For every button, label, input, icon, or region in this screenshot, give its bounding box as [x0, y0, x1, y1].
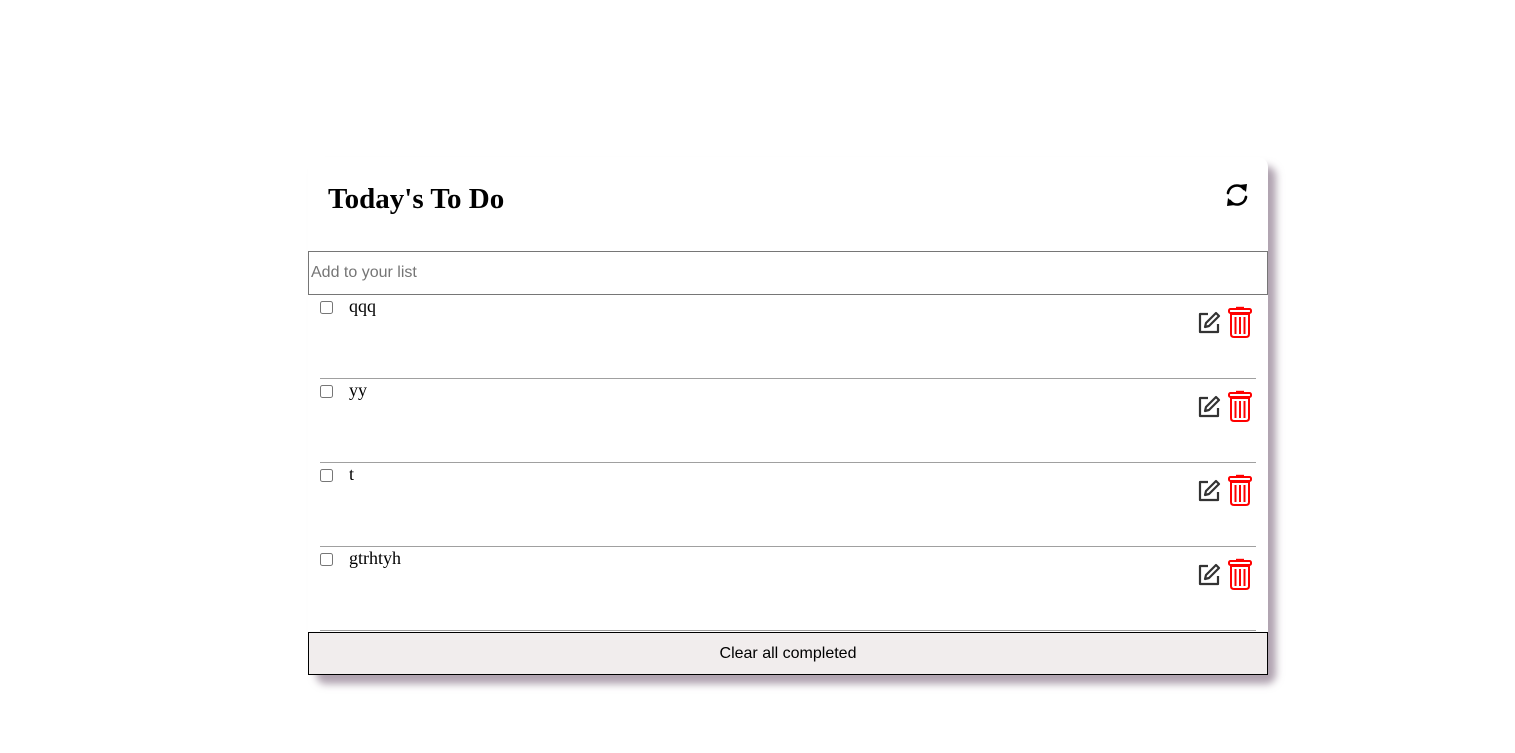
delete-button[interactable] — [1228, 474, 1252, 506]
todo-checkbox[interactable] — [320, 385, 333, 398]
todo-item-1: qqq — [320, 295, 1256, 379]
edit-button[interactable] — [1196, 310, 1222, 336]
trash-icon — [1228, 474, 1252, 506]
clear-completed-button[interactable]: Clear all completed — [308, 632, 1268, 675]
refresh-icon — [1226, 184, 1248, 206]
todo-item-3: t — [320, 463, 1256, 547]
trash-icon — [1228, 306, 1252, 338]
todo-card: Today's To Do qqq — [308, 157, 1268, 675]
add-todo-input[interactable] — [308, 251, 1268, 295]
delete-button[interactable] — [1228, 306, 1252, 338]
todo-checkbox[interactable] — [320, 553, 333, 566]
trash-icon — [1228, 558, 1252, 590]
todo-item-4: gtrhtyh — [320, 547, 1256, 631]
trash-icon — [1228, 390, 1252, 422]
delete-button[interactable] — [1228, 558, 1252, 590]
edit-button[interactable] — [1196, 478, 1222, 504]
todo-label: yy — [349, 380, 367, 400]
edit-button[interactable] — [1196, 394, 1222, 420]
header: Today's To Do — [308, 157, 1268, 251]
todo-checkbox[interactable] — [320, 469, 333, 482]
delete-button[interactable] — [1228, 390, 1252, 422]
todo-list: qqq yy t gtrhtyh — [320, 295, 1256, 631]
refresh-button[interactable] — [1222, 180, 1252, 210]
edit-icon — [1198, 563, 1221, 586]
edit-button[interactable] — [1196, 562, 1222, 588]
todo-item-2: yy — [320, 379, 1256, 463]
todo-checkbox[interactable] — [320, 301, 333, 314]
todo-label: qqq — [349, 296, 376, 316]
edit-icon — [1198, 479, 1221, 502]
page-title: Today's To Do — [328, 183, 505, 215]
edit-icon — [1198, 395, 1221, 418]
todo-label: t — [349, 464, 355, 484]
todo-label: gtrhtyh — [349, 548, 401, 568]
edit-icon — [1198, 311, 1221, 334]
